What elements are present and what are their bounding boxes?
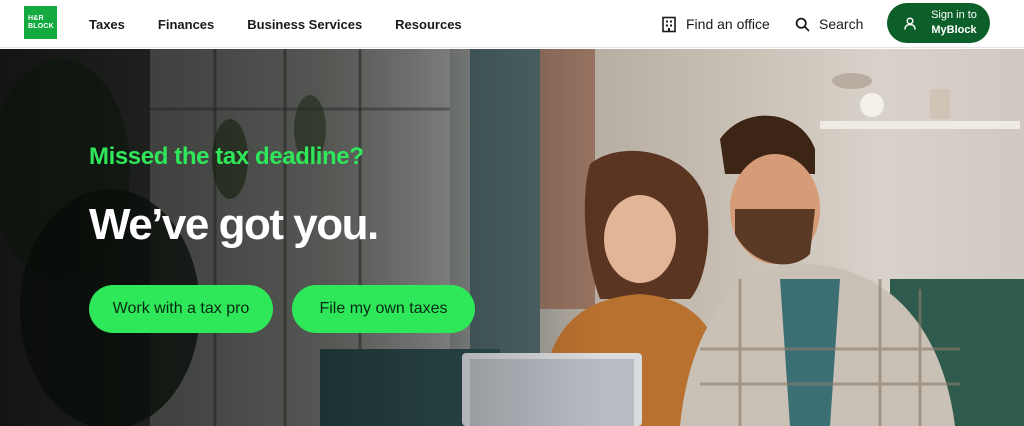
search-link[interactable]: Search <box>795 0 863 48</box>
file-my-own-taxes-button[interactable]: File my own taxes <box>292 285 475 333</box>
work-with-tax-pro-button[interactable]: Work with a tax pro <box>89 285 273 333</box>
site-header: H&R BLOCK Taxes Finances Business Service… <box>0 0 1024 48</box>
sign-in-line-1: Sign in to <box>931 9 977 21</box>
nav-item-resources[interactable]: Resources <box>395 17 461 32</box>
hr-block-logo[interactable]: H&R BLOCK <box>24 6 57 39</box>
sign-in-line-2: MyBlock <box>931 24 977 36</box>
hero-eyebrow: Missed the tax deadline? <box>89 143 364 170</box>
nav-item-finances[interactable]: Finances <box>158 17 214 32</box>
office-building-icon <box>662 16 676 32</box>
search-label: Search <box>819 16 864 32</box>
find-office-link[interactable]: Find an office <box>661 0 770 48</box>
hero-banner: Missed the tax deadline? We’ve got you. … <box>0 49 1024 426</box>
user-icon <box>904 17 916 30</box>
nav-item-taxes[interactable]: Taxes <box>89 17 125 32</box>
main-nav: Taxes Finances Business Services Resourc… <box>89 0 495 48</box>
hero-headline: We’ve got you. <box>89 200 379 249</box>
find-office-label: Find an office <box>686 16 770 32</box>
sign-in-button[interactable]: Sign in to MyBlock <box>887 3 990 43</box>
sign-in-label: Sign in to MyBlock <box>923 8 985 38</box>
search-icon <box>795 17 810 31</box>
nav-item-business-services[interactable]: Business Services <box>247 17 362 32</box>
